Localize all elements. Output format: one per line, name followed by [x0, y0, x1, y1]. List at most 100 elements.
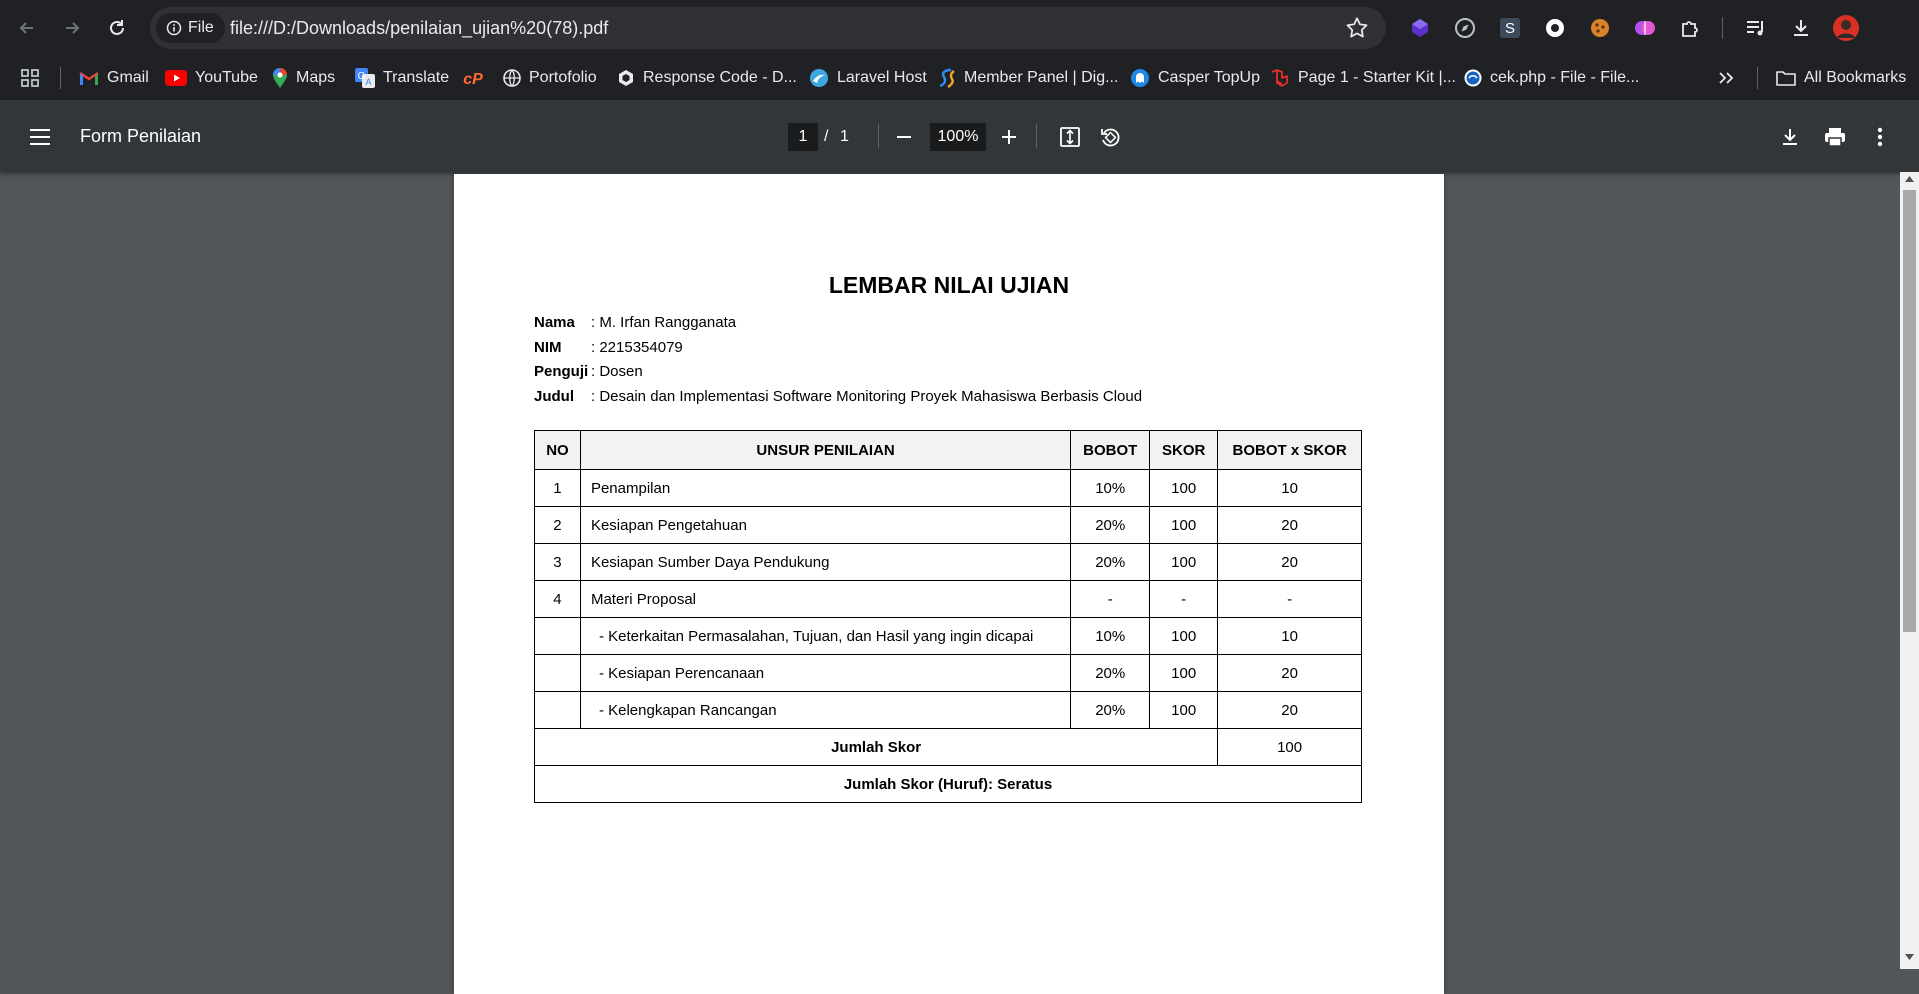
profile-button[interactable] — [1830, 12, 1862, 44]
cell-unsur: Kesiapan Sumber Daya Pendukung — [579, 543, 1072, 581]
apps-button[interactable] — [20, 64, 40, 92]
table-header-row: NO UNSUR PENILAIAN BOBOT SKOR BOBOT x SK… — [534, 430, 1362, 470]
laravel-icon — [1271, 69, 1288, 87]
bookmark-portofolio[interactable]: Portofolio — [503, 64, 597, 92]
bookmark-star-button[interactable] — [1344, 15, 1370, 46]
toolbar-divider — [1036, 124, 1037, 148]
bookmark-member-panel[interactable]: Member Panel | Dig... — [938, 64, 1118, 92]
forward-button[interactable] — [54, 10, 90, 46]
extension-button[interactable] — [1539, 12, 1571, 44]
info-value: : Desain dan Implementasi Software Monit… — [591, 388, 1143, 405]
bookmark-label: Page 1 - Starter Kit |... — [1298, 69, 1456, 86]
extension-button[interactable] — [1584, 12, 1616, 44]
media-controls-button[interactable] — [1740, 12, 1772, 44]
plus-icon — [1002, 130, 1016, 144]
reload-button[interactable] — [99, 10, 135, 46]
site-info-chip[interactable]: File — [156, 13, 225, 43]
cell-bobot: - — [1070, 580, 1151, 618]
sidebar-menu-button[interactable] — [21, 118, 59, 156]
extension-button[interactable]: S — [1494, 12, 1526, 44]
info-row-penguji: Penguji: Dosen — [534, 363, 643, 380]
url-text[interactable]: file:///D:/Downloads/penilaian_ujian%20(… — [230, 7, 608, 49]
vertical-scrollbar[interactable] — [1900, 172, 1919, 969]
cell-skor: - — [1149, 580, 1219, 618]
bookmark-cek-php[interactable]: cek.php - File - File... — [1464, 64, 1639, 92]
cell-no: 1 — [534, 469, 581, 507]
table-row: 3 Kesiapan Sumber Daya Pendukung 20% 100… — [534, 543, 1362, 581]
bookmark-response-code[interactable]: Response Code - D... — [617, 64, 797, 92]
bookmark-translate[interactable]: GA Translate — [355, 64, 449, 92]
zoom-in-button[interactable] — [990, 118, 1028, 156]
extensions-menu-button[interactable] — [1674, 12, 1706, 44]
cell-unsur: - Keterkaitan Permasalahan, Tujuan, dan … — [579, 617, 1072, 655]
cell-unsur: - Kesiapan Perencanaan — [579, 654, 1072, 692]
cell-unsur: Materi Proposal — [579, 580, 1072, 618]
more-options-button[interactable] — [1861, 118, 1899, 156]
bookmark-casper-topup[interactable]: Casper TopUp — [1130, 64, 1260, 92]
download-icon — [1794, 20, 1808, 36]
total-words-row: Jumlah Skor (Huruf): Seratus — [534, 765, 1362, 803]
toolbar-divider — [878, 124, 879, 148]
bookmark-youtube[interactable]: YouTube — [165, 64, 258, 92]
scrollbar-thumb[interactable] — [1903, 190, 1916, 632]
page-separator: / — [824, 128, 829, 145]
browser-toolbar: File file:///D:/Downloads/penilaian_ujia… — [0, 0, 1919, 56]
zoom-level-input[interactable]: 100% — [930, 123, 986, 151]
info-value: : M. Irfan Rangganata — [591, 314, 737, 331]
bookmark-label: Portofolio — [529, 69, 597, 86]
hamburger-menu-icon — [30, 129, 50, 145]
cell-bobot-x-skor: 20 — [1217, 506, 1362, 544]
total-value: 100 — [1217, 728, 1362, 766]
column-header: UNSUR PENILAIAN — [579, 430, 1072, 470]
youtube-icon — [165, 70, 187, 86]
table-row: 2 Kesiapan Pengetahuan 20% 100 20 — [534, 506, 1362, 544]
column-header: NO — [534, 430, 581, 470]
bookmark-maps[interactable]: Maps — [272, 64, 335, 92]
laravel-host-icon — [810, 69, 828, 87]
toolbar-divider — [1722, 17, 1723, 39]
cell-bobot: 20% — [1070, 654, 1151, 692]
bookmark-gmail[interactable]: Gmail — [79, 64, 149, 92]
cell-no: 3 — [534, 543, 581, 581]
bookmark-starter-kit[interactable]: Page 1 - Starter Kit |... — [1270, 64, 1456, 92]
casper-icon — [1131, 69, 1149, 87]
scroll-up-arrow-icon[interactable] — [1905, 176, 1914, 182]
document-heading: LEMBAR NILAI UJIAN — [828, 272, 1070, 298]
document-title: Form Penilaian — [80, 126, 202, 146]
scroll-down-arrow-icon[interactable] — [1905, 954, 1914, 960]
cell-bobot-x-skor: 20 — [1217, 691, 1362, 729]
extension-button[interactable] — [1629, 12, 1661, 44]
zoom-out-button[interactable] — [885, 118, 923, 156]
cell-bobot: 20% — [1070, 543, 1151, 581]
extension-button[interactable] — [1449, 12, 1481, 44]
address-bar[interactable]: File file:///D:/Downloads/penilaian_ujia… — [150, 7, 1386, 49]
print-button[interactable] — [1816, 118, 1854, 156]
fit-to-page-button[interactable] — [1051, 118, 1089, 156]
more-bookmarks-button[interactable] — [1716, 64, 1736, 92]
bookmarks-bar: Gmail YouTube Maps GA Translate cP Porto… — [0, 56, 1919, 100]
bookmark-laravel-host[interactable]: Laravel Host — [809, 64, 927, 92]
table-row: - Kelengkapan Rancangan 20% 100 20 — [534, 691, 1362, 729]
print-icon — [1825, 128, 1845, 147]
page-number-input[interactable]: 1 — [788, 123, 818, 151]
cell-skor: 100 — [1149, 506, 1219, 544]
info-icon — [166, 20, 182, 36]
bookmark-cpanel[interactable]: cP — [462, 64, 484, 92]
bookmarks-divider — [1757, 67, 1758, 89]
globe-icon — [503, 69, 521, 87]
downloads-button[interactable] — [1785, 12, 1817, 44]
svg-text:S: S — [1505, 20, 1515, 37]
pdf-page: LEMBAR NILAI UJIAN Nama: M. Irfan Rangga… — [454, 174, 1444, 994]
chevron-double-right-icon — [1719, 72, 1734, 84]
extension-cube-icon — [1412, 19, 1428, 37]
total-words: Jumlah Skor (Huruf): Seratus — [534, 765, 1362, 803]
download-pdf-button[interactable] — [1771, 118, 1809, 156]
puzzle-icon — [1682, 21, 1698, 37]
bookmark-label: Gmail — [107, 69, 149, 86]
all-bookmarks-button[interactable]: All Bookmarks — [1776, 64, 1906, 92]
back-button[interactable] — [9, 10, 45, 46]
rotate-button[interactable] — [1091, 118, 1129, 156]
bookmark-label: Laravel Host — [837, 69, 927, 86]
cell-bobot: 20% — [1070, 506, 1151, 544]
extension-button[interactable] — [1404, 12, 1436, 44]
